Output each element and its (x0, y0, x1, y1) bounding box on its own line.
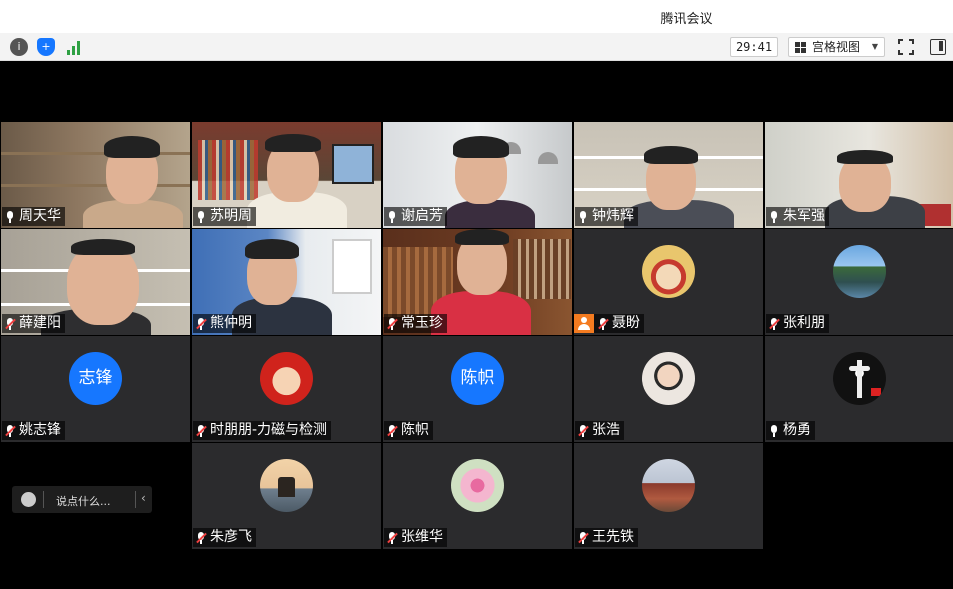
video-tile[interactable]: 谢启芳 (383, 122, 572, 228)
window-titlebar: 腾讯会议 (0, 0, 953, 33)
participant-name: 张浩 (575, 421, 624, 440)
emoji-icon[interactable] (21, 492, 36, 507)
info-icon[interactable]: i (10, 38, 28, 56)
view-mode-button[interactable]: 宫格视图 ▼ (788, 37, 885, 57)
avatar (642, 459, 695, 512)
participant-tile[interactable]: 张维华 (383, 443, 572, 549)
signal-icon[interactable] (66, 39, 82, 55)
mic-icon (386, 210, 398, 224)
sidebar-toggle-icon[interactable] (930, 39, 946, 55)
avatar (833, 352, 886, 405)
view-mode-label: 宫格视图 (812, 40, 861, 54)
participant-tile[interactable]: 朱彦飞 (192, 443, 381, 549)
shield-icon[interactable]: + (37, 38, 55, 56)
mic-muted-icon (768, 317, 780, 331)
participant-name: 熊仲明 (193, 314, 256, 333)
chat-input[interactable]: 说点什么... ‹ (12, 486, 152, 513)
participant-name: 王先铁 (575, 528, 638, 547)
participant-name: 朱军强 (766, 207, 829, 226)
mic-muted-icon (597, 317, 609, 331)
fullscreen-icon[interactable] (898, 39, 914, 55)
avatar (642, 245, 695, 298)
mic-icon (768, 210, 780, 224)
participant-name: 常玉珍 (384, 314, 447, 333)
mic-icon (577, 210, 589, 224)
mic-muted-icon (195, 317, 207, 331)
avatar: 陈帜 (451, 352, 504, 405)
mic-muted-icon (4, 424, 16, 438)
mic-muted-icon (577, 424, 589, 438)
chevron-left-icon[interactable]: ‹ (141, 491, 146, 505)
chat-placeholder: 说点什么... (56, 495, 111, 508)
mic-icon (195, 210, 207, 224)
mic-muted-icon (386, 317, 398, 331)
participant-name: 张利朋 (766, 314, 829, 333)
mic-muted-icon (4, 317, 16, 331)
participant-name: 苏明周 (193, 207, 256, 226)
participant-tile[interactable]: 志锋 姚志锋 (1, 336, 190, 442)
video-tile[interactable]: 常玉珍 (383, 229, 572, 335)
mic-muted-icon (386, 531, 398, 545)
participant-tile[interactable]: 张利朋 (765, 229, 953, 335)
video-tile[interactable]: 朱军强 (765, 122, 953, 228)
top-toolbar: i + 29:41 宫格视图 ▼ (0, 33, 953, 61)
participant-tile[interactable]: 聂盼 (574, 229, 763, 335)
mic-muted-icon (386, 424, 398, 438)
mic-muted-icon (195, 531, 207, 545)
participant-name: 陈帜 (384, 421, 433, 440)
chevron-down-icon: ▼ (871, 42, 878, 51)
mic-muted-icon (195, 424, 207, 438)
host-person-icon (574, 314, 594, 333)
video-tile[interactable]: 钟炜辉 (574, 122, 763, 228)
participant-name: 杨勇 (766, 421, 815, 440)
participant-name: 张维华 (384, 528, 447, 547)
video-tile[interactable]: 周天华 (1, 122, 190, 228)
video-tile[interactable]: 苏明周 (192, 122, 381, 228)
participant-tile[interactable]: 陈帜 陈帜 (383, 336, 572, 442)
video-tile[interactable]: 熊仲明 (192, 229, 381, 335)
avatar (451, 459, 504, 512)
participant-tile[interactable]: 王先铁 (574, 443, 763, 549)
meeting-timer: 29:41 (730, 37, 778, 57)
participant-name: 周天华 (2, 207, 65, 226)
participant-name: 聂盼 (574, 314, 644, 333)
mic-icon (4, 210, 16, 224)
window-title: 腾讯会议 (660, 12, 713, 27)
participant-tile[interactable]: 时朋朋-力磁与检测 (192, 336, 381, 442)
avatar (260, 459, 313, 512)
participant-name: 薛建阳 (2, 314, 65, 333)
mic-muted-icon (577, 531, 589, 545)
participant-tile[interactable]: 张浩 (574, 336, 763, 442)
participant-name: 时朋朋-力磁与检测 (193, 421, 332, 440)
participant-name: 姚志锋 (2, 421, 65, 440)
avatar (833, 245, 886, 298)
video-tile[interactable]: 薛建阳 (1, 229, 190, 335)
participant-name: 谢启芳 (384, 207, 447, 226)
avatar (260, 352, 313, 405)
avatar: 志锋 (69, 352, 122, 405)
participant-name: 朱彦飞 (193, 528, 256, 547)
participant-name: 钟炜辉 (575, 207, 638, 226)
grid-icon (795, 42, 806, 53)
participant-tile[interactable]: 杨勇 (765, 336, 953, 442)
mic-icon (768, 424, 780, 438)
avatar (642, 352, 695, 405)
